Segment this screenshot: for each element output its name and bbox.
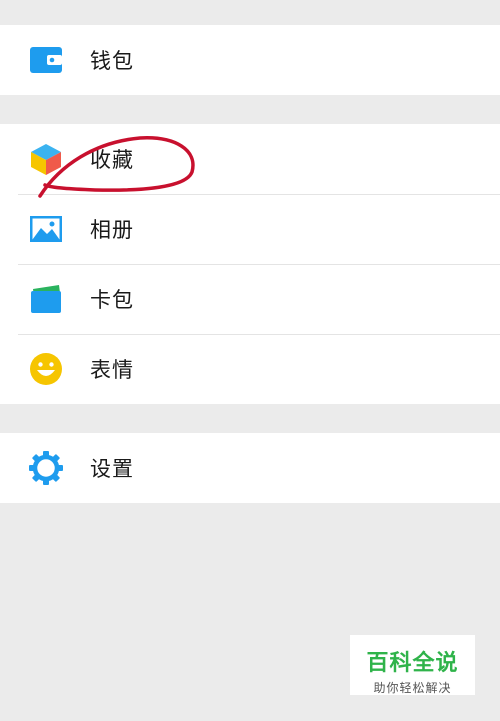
menu-item-settings[interactable]: 设置: [0, 433, 500, 503]
group-divider: [0, 404, 500, 433]
menu-item-label: 卡包: [90, 288, 134, 312]
album-icon: [28, 211, 64, 247]
menu-group-main: 收藏 相册 卡包 表情: [0, 124, 500, 404]
favorites-cube-icon: [28, 141, 64, 177]
wallet-icon: [28, 42, 64, 78]
menu-item-label: 相册: [90, 218, 134, 242]
menu-group-wallet: 钱包: [0, 25, 500, 95]
watermark-logo: 百科全说 助你轻松解决: [350, 635, 475, 695]
menu-group-settings: 设置: [0, 433, 500, 503]
menu-item-label: 钱包: [90, 49, 134, 73]
settings-gear-icon: [28, 450, 64, 486]
menu-item-album[interactable]: 相册: [0, 194, 500, 264]
menu-item-label: 设置: [90, 457, 134, 481]
menu-item-label: 表情: [90, 358, 134, 382]
menu-item-card-wallet[interactable]: 卡包: [0, 264, 500, 334]
watermark-subtitle: 助你轻松解决: [373, 681, 452, 695]
menu-item-wallet[interactable]: 钱包: [0, 25, 500, 95]
menu-item-favorites[interactable]: 收藏: [0, 124, 500, 194]
smiley-icon: [28, 351, 64, 387]
menu-item-stickers[interactable]: 表情: [0, 334, 500, 404]
top-spacer: [0, 0, 500, 25]
menu-item-label: 收藏: [90, 148, 134, 172]
card-wallet-icon: [28, 281, 64, 317]
watermark-title: 百科全说: [366, 651, 459, 676]
group-divider: [0, 95, 500, 124]
